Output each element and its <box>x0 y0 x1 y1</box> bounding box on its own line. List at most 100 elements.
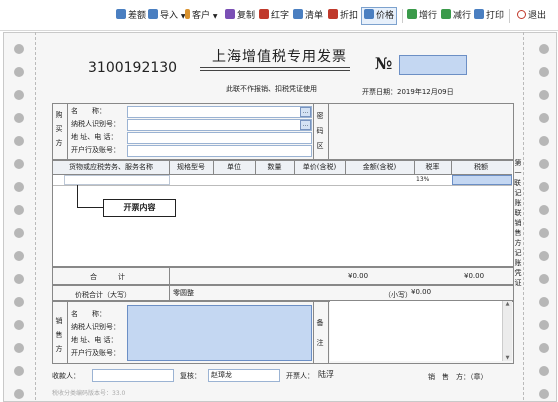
list-icon <box>293 9 303 19</box>
col-header-amount: 金额(含税) <box>345 161 415 174</box>
buyer-label-1: 购 <box>55 111 63 119</box>
sum-small-label: （小写） <box>384 291 412 299</box>
buyer-name-dropdown[interactable]: … <box>300 107 311 117</box>
price-button[interactable]: 价格 <box>361 7 398 25</box>
feed-hole <box>539 297 549 307</box>
col-header-name: 货物或应税劳务、服务名称 <box>53 161 170 174</box>
feed-hole <box>14 343 24 353</box>
chevron-down-icon: ▼ <box>212 13 218 20</box>
remarks-label-2: 注 <box>316 339 324 347</box>
diff-icon <box>116 9 126 19</box>
feed-hole <box>539 182 549 192</box>
cipher-label-3: 区 <box>316 142 324 150</box>
total-tax: ¥0.00 <box>464 272 485 280</box>
divider <box>67 103 68 159</box>
exit-icon <box>517 10 526 19</box>
toolbar-divider <box>509 9 510 23</box>
feed-hole <box>539 67 549 77</box>
scroll-up-icon[interactable]: ▲ <box>503 301 512 307</box>
buyer-taxid-label: 纳税人识别号： <box>71 120 120 128</box>
discount-button[interactable]: 折扣 <box>328 7 358 25</box>
seller-taxid-label: 纳税人识别号： <box>71 323 120 331</box>
diff-button[interactable]: 差额 <box>116 7 146 25</box>
buyer-address-input[interactable] <box>127 132 312 144</box>
import-button[interactable]: 导入 ▼ <box>148 7 186 25</box>
copy-button[interactable]: 复制 <box>225 7 255 25</box>
payee-input[interactable] <box>92 369 174 382</box>
print-button[interactable]: 打印 <box>474 7 504 25</box>
scroll-down-icon[interactable]: ▼ <box>503 355 512 361</box>
invoice-number-symbol: № <box>375 54 393 73</box>
seller-bank-label: 开户行及账号： <box>71 349 120 357</box>
divider <box>328 300 329 363</box>
reviewer-label: 复核： <box>180 372 201 380</box>
cipher-label-2: 码 <box>316 127 324 135</box>
sum-small-value: ¥0.00 <box>411 288 432 296</box>
feed-hole <box>14 251 24 261</box>
divider <box>169 284 170 301</box>
feed-hole <box>14 389 24 399</box>
col-header-price: 单价(含税) <box>294 161 346 174</box>
reviewer-value: 赵璋龙 <box>211 371 232 379</box>
discount-icon <box>328 9 338 19</box>
payee-label: 收款人： <box>52 372 80 380</box>
issuer-value: 陆浮 <box>318 370 334 379</box>
buyer-label-2: 买 <box>55 125 63 133</box>
remarks-input[interactable] <box>330 301 502 361</box>
divider <box>328 103 329 159</box>
exit-button[interactable]: 退出 <box>517 7 546 25</box>
feed-hole <box>14 274 24 284</box>
seller-label-3: 方 <box>55 345 63 353</box>
divider <box>67 300 68 363</box>
feed-hole <box>539 320 549 330</box>
feed-hole <box>14 159 24 169</box>
seller-info-field[interactable] <box>127 305 312 361</box>
feed-hole <box>14 366 24 376</box>
price-icon <box>364 9 374 19</box>
date-label: 开票日期： <box>362 88 397 96</box>
customer-icon <box>185 9 190 19</box>
buyer-address-label: 地 址、电 话： <box>71 133 118 141</box>
col-header-tax-rate: 税率 <box>414 161 452 174</box>
feed-hole <box>539 90 549 100</box>
copy-side-label: 第一联：记账联 销售方记账凭证 <box>514 159 522 287</box>
feed-hole <box>539 389 549 399</box>
buyer-taxid-input[interactable] <box>127 119 312 131</box>
col-header-qty: 数量 <box>255 161 295 174</box>
feed-hole <box>539 136 549 146</box>
feed-hole <box>539 343 549 353</box>
red-invoice-button[interactable]: 红字 <box>259 7 289 25</box>
seller-address-label: 地 址、电 话： <box>71 336 118 344</box>
feed-hole <box>14 228 24 238</box>
customer-button[interactable]: 客户 ▼ <box>185 7 218 25</box>
divider <box>313 103 314 159</box>
date-value: 2019年12月09日 <box>397 88 454 96</box>
buyer-bank-input[interactable] <box>127 145 312 157</box>
tax-amount-cell[interactable] <box>452 175 512 185</box>
version-text: 税收分类编码版本号：33.0 <box>52 390 126 397</box>
feed-hole <box>14 320 24 330</box>
col-header-unit: 单位 <box>213 161 256 174</box>
list-button[interactable]: 清单 <box>293 7 323 25</box>
feed-hole <box>539 251 549 261</box>
invoice-subtitle: 此联不作报销、扣税凭证使用 <box>226 85 317 93</box>
invoice-number-field[interactable] <box>399 55 467 75</box>
buyer-taxid-dropdown[interactable]: … <box>300 120 311 130</box>
issuer-label: 开票人： <box>286 372 314 380</box>
callout-line <box>77 207 103 208</box>
seller-label-2: 售 <box>55 331 63 339</box>
goods-name-input[interactable] <box>64 175 170 185</box>
add-row-icon <box>407 9 417 19</box>
remarks-scrollbar[interactable]: ▲ ▼ <box>502 301 512 361</box>
col-header-tax: 税额 <box>474 163 488 171</box>
feed-hole <box>14 297 24 307</box>
title-underline <box>200 67 350 68</box>
feed-hole <box>14 205 24 215</box>
invoice-code: 3100192130 <box>88 60 178 76</box>
feed-hole <box>14 113 24 123</box>
remove-row-button[interactable]: 减行 <box>441 7 471 25</box>
buyer-bank-label: 开户行及账号： <box>71 146 120 154</box>
add-row-button[interactable]: 增行 <box>407 7 437 25</box>
buyer-name-input[interactable] <box>127 106 312 118</box>
feed-hole <box>539 159 549 169</box>
